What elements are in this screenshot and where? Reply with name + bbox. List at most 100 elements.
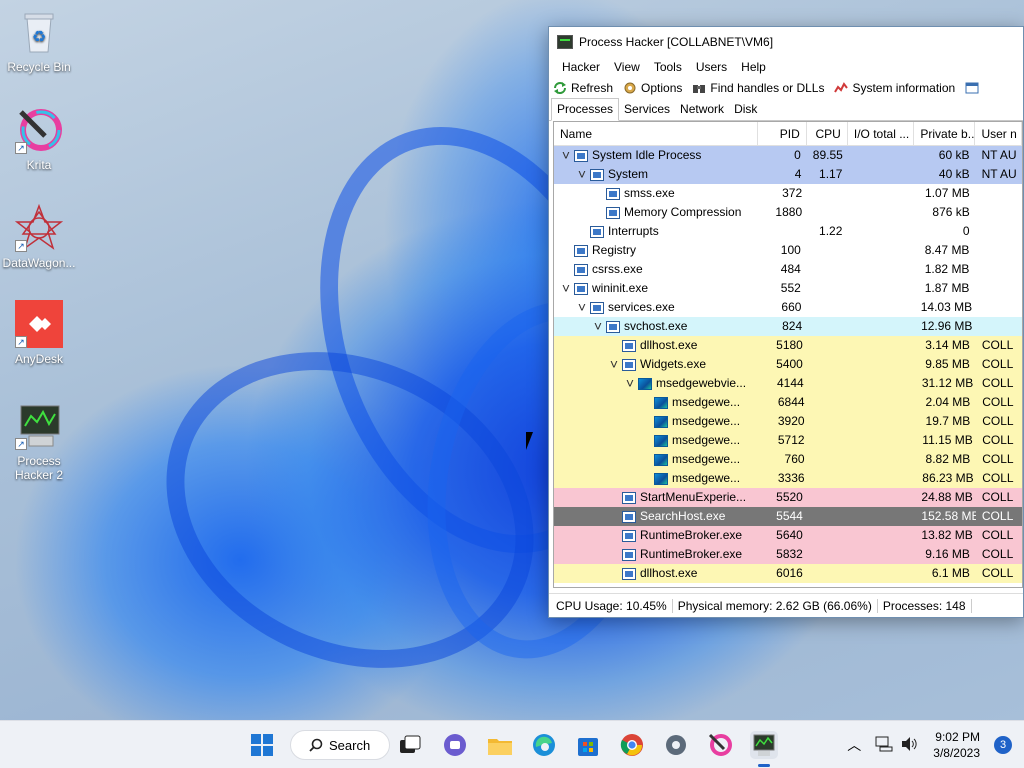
window-button[interactable] <box>965 81 983 95</box>
process-name: dllhost.exe <box>640 566 698 580</box>
expand-chevron-icon[interactable]: ˅ <box>622 374 638 393</box>
store-button[interactable] <box>574 731 602 759</box>
file-explorer-button[interactable] <box>486 731 514 759</box>
clock-date: 3/8/2023 <box>933 746 980 760</box>
process-io-total <box>848 260 915 279</box>
process-cpu <box>811 431 851 450</box>
process-row[interactable]: msedgewe... 6844 2.04 MB COLL <box>554 393 1022 412</box>
process-row[interactable]: dllhost.exe 5180 3.14 MB COLL <box>554 336 1022 355</box>
krita-taskbar-button[interactable] <box>706 731 734 759</box>
process-tree-list[interactable]: Name PID CPU I/O total ... Private b... … <box>553 121 1023 588</box>
process-icon <box>622 567 636 580</box>
process-io-total <box>850 507 916 526</box>
process-user-name <box>976 203 1022 222</box>
process-name: Memory Compression <box>624 205 742 219</box>
menu-view[interactable]: View <box>607 60 647 74</box>
expand-chevron-icon[interactable]: ˅ <box>574 298 590 317</box>
column-pid[interactable]: PID <box>758 122 807 146</box>
menu-tools[interactable]: Tools <box>647 60 689 74</box>
process-row[interactable]: Registry 100 8.47 MB <box>554 241 1022 260</box>
shortcut-arrow-icon: ↗ <box>15 438 27 450</box>
process-name-cell: msedgewe... <box>554 431 763 450</box>
process-hacker-window[interactable]: Process Hacker [COLLABNET\VM6] Hacker Vi… <box>548 26 1024 618</box>
process-row[interactable]: StartMenuExperie... 5520 24.88 MB COLL <box>554 488 1022 507</box>
process-row[interactable]: csrss.exe 484 1.82 MB <box>554 260 1022 279</box>
process-private-bytes: 6.1 MB <box>931 566 970 580</box>
process-row[interactable]: SearchHost.exe 5544 152.58 MB COLL <box>554 507 1022 526</box>
refresh-button[interactable]: Refresh <box>553 81 613 95</box>
desktop-icon-process-hacker[interactable]: ↗ Process Hacker 2 <box>0 402 78 482</box>
chat-button[interactable] <box>441 731 469 759</box>
process-row[interactable]: msedgewe... 3920 19.7 MB COLL <box>554 412 1022 431</box>
tab-disk[interactable]: Disk <box>729 99 762 120</box>
process-row[interactable]: RuntimeBroker.exe 5640 13.82 MB COLL <box>554 526 1022 545</box>
process-row[interactable]: dllhost.exe 6016 6.1 MB COLL <box>554 564 1022 583</box>
desktop-icon-recycle-bin[interactable]: ♻ Recycle Bin <box>0 8 78 74</box>
desktop-icon-datawagon[interactable]: ↗ DataWagon... <box>0 203 78 270</box>
desktop-icon-krita[interactable]: ↗ Krita <box>0 106 78 172</box>
process-row[interactable]: Memory Compression 1880 876 kB <box>554 203 1022 222</box>
edge-button[interactable] <box>530 731 558 759</box>
settings-button[interactable] <box>662 731 690 759</box>
tab-services[interactable]: Services <box>619 99 675 120</box>
taskbar-search[interactable]: Search <box>290 730 390 760</box>
process-row[interactable]: ˅ wininit.exe 552 1.87 MB <box>554 279 1022 298</box>
desktop-icon-anydesk[interactable]: ↗ AnyDesk <box>0 300 78 366</box>
process-hacker-taskbar-button[interactable] <box>750 731 778 767</box>
process-row[interactable]: RuntimeBroker.exe 5832 9.16 MB COLL <box>554 545 1022 564</box>
menu-help[interactable]: Help <box>734 60 773 74</box>
tab-processes[interactable]: Processes <box>551 98 620 121</box>
process-row[interactable]: msedgewe... 5712 11.15 MB COLL <box>554 431 1022 450</box>
options-button[interactable]: Options <box>623 81 682 95</box>
column-name[interactable]: Name <box>554 122 759 146</box>
process-row[interactable]: msedgewe... 3336 86.23 MB COLL <box>554 469 1022 488</box>
shortcut-arrow-icon: ↗ <box>15 336 27 348</box>
expand-chevron-icon[interactable]: ˅ <box>590 317 606 336</box>
system-information-button[interactable]: System information <box>834 81 955 95</box>
process-row[interactable]: ˅ services.exe 660 14.03 MB <box>554 298 1022 317</box>
process-user-name <box>976 222 1022 241</box>
process-row[interactable]: ˅ svchost.exe 824 12.96 MB <box>554 317 1022 336</box>
process-pid <box>759 222 807 241</box>
column-private-bytes[interactable]: Private b... <box>914 122 976 146</box>
menu-hacker[interactable]: Hacker <box>555 60 607 74</box>
column-cpu[interactable]: CPU <box>807 122 848 146</box>
find-handles-button[interactable]: Find handles or DLLs <box>692 81 824 95</box>
network-icon[interactable] <box>875 736 893 755</box>
process-pid: 660 <box>781 300 802 314</box>
menu-users[interactable]: Users <box>689 60 734 74</box>
process-name-cell: msedgewe... <box>554 393 763 412</box>
store-icon <box>578 738 598 756</box>
column-user-name[interactable]: User n <box>975 122 1022 146</box>
process-row[interactable]: Interrupts 1.22 0 <box>554 222 1022 241</box>
desktop-icon-label: AnyDesk <box>14 352 64 366</box>
window-title-bar[interactable]: Process Hacker [COLLABNET\VM6] <box>549 27 1023 57</box>
notification-badge[interactable]: 3 <box>994 736 1012 754</box>
process-pid: 372 <box>782 186 803 200</box>
volume-icon[interactable] <box>901 736 919 755</box>
expand-chevron-icon[interactable]: ˅ <box>558 146 574 165</box>
process-row[interactable]: ˅ msedgewebvie... 4144 31.12 MB COLL <box>554 374 1022 393</box>
expand-chevron-icon[interactable]: ˅ <box>574 165 590 184</box>
process-icon <box>622 510 636 523</box>
tab-network[interactable]: Network <box>675 99 729 120</box>
process-user-name: COLL <box>982 471 1014 485</box>
start-button[interactable] <box>248 731 276 759</box>
chrome-button[interactable] <box>618 731 646 759</box>
process-row[interactable]: ˅ System Idle Process 0 89.55 60 kB NT AU <box>554 146 1022 165</box>
process-private-bytes: 24.88 MB <box>921 490 973 504</box>
process-row[interactable]: smss.exe 372 1.07 MB <box>554 184 1022 203</box>
clock[interactable]: 9:02 PM 3/8/2023 <box>933 729 980 761</box>
column-io-total[interactable]: I/O total ... <box>848 122 915 146</box>
show-hidden-icons-chevron-icon[interactable]: ︿ <box>847 735 861 755</box>
expand-chevron-icon[interactable]: ˅ <box>558 279 574 298</box>
expand-chevron-icon[interactable]: ˅ <box>606 355 622 374</box>
process-row[interactable]: msedgewe... 760 8.82 MB COLL <box>554 450 1022 469</box>
process-row[interactable]: ˅ System 4 1.17 40 kB NT AU <box>554 165 1022 184</box>
process-pid: 6016 <box>776 566 803 580</box>
process-io-total <box>850 545 916 564</box>
process-private-bytes: 9.85 MB <box>925 357 970 371</box>
process-row[interactable]: ˅ Widgets.exe 5400 9.85 MB COLL <box>554 355 1022 374</box>
task-view-button[interactable] <box>396 731 424 759</box>
process-user-name: COLL <box>982 414 1014 428</box>
